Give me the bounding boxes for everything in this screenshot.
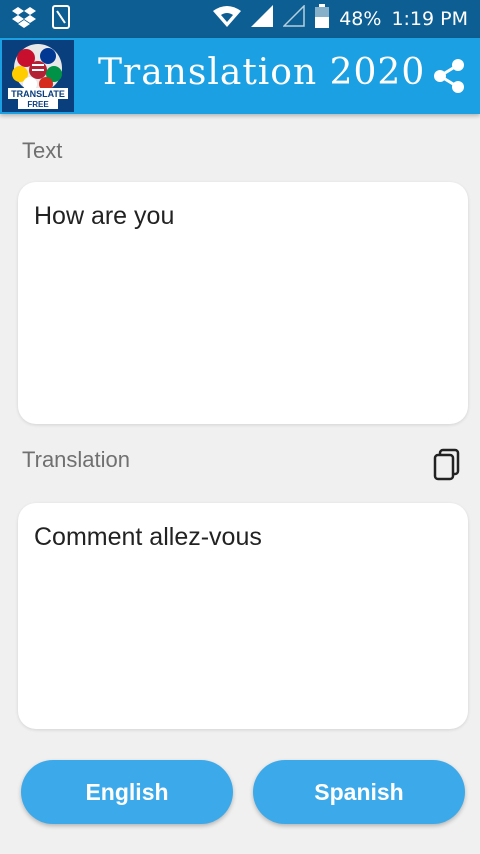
translation-output[interactable]: Comment allez-vous <box>18 503 468 729</box>
app-bar: TRANSLATE FREE Translation 2020 <box>0 38 480 114</box>
source-language-button[interactable]: English <box>21 760 233 824</box>
logo-text-line1: TRANSLATE <box>11 89 65 99</box>
logo-text-line2: FREE <box>27 100 49 109</box>
share-icon[interactable] <box>432 58 466 94</box>
translation-value: Comment allez-vous <box>34 523 262 551</box>
sim-notification-icon <box>52 4 70 34</box>
source-text-input[interactable]: How are you <box>18 182 468 424</box>
translation-label: Translation <box>22 447 131 472</box>
signal-icon <box>251 5 274 33</box>
target-language-button[interactable]: Spanish <box>253 760 465 824</box>
signal-empty-icon <box>282 4 305 33</box>
clock: 1:19 PM <box>391 8 468 30</box>
wifi-icon <box>213 5 242 33</box>
app-title: Translation 2020 <box>98 52 426 93</box>
copy-icon[interactable] <box>432 448 462 482</box>
app-logo: TRANSLATE FREE <box>2 40 74 112</box>
dropbox-icon <box>12 6 36 33</box>
source-text-value: How are you <box>34 202 175 230</box>
status-bar: 48% 1:19 PM <box>0 0 480 38</box>
text-label: Text <box>22 138 63 163</box>
battery-percent: 48% <box>339 8 382 30</box>
battery-icon <box>315 4 330 34</box>
